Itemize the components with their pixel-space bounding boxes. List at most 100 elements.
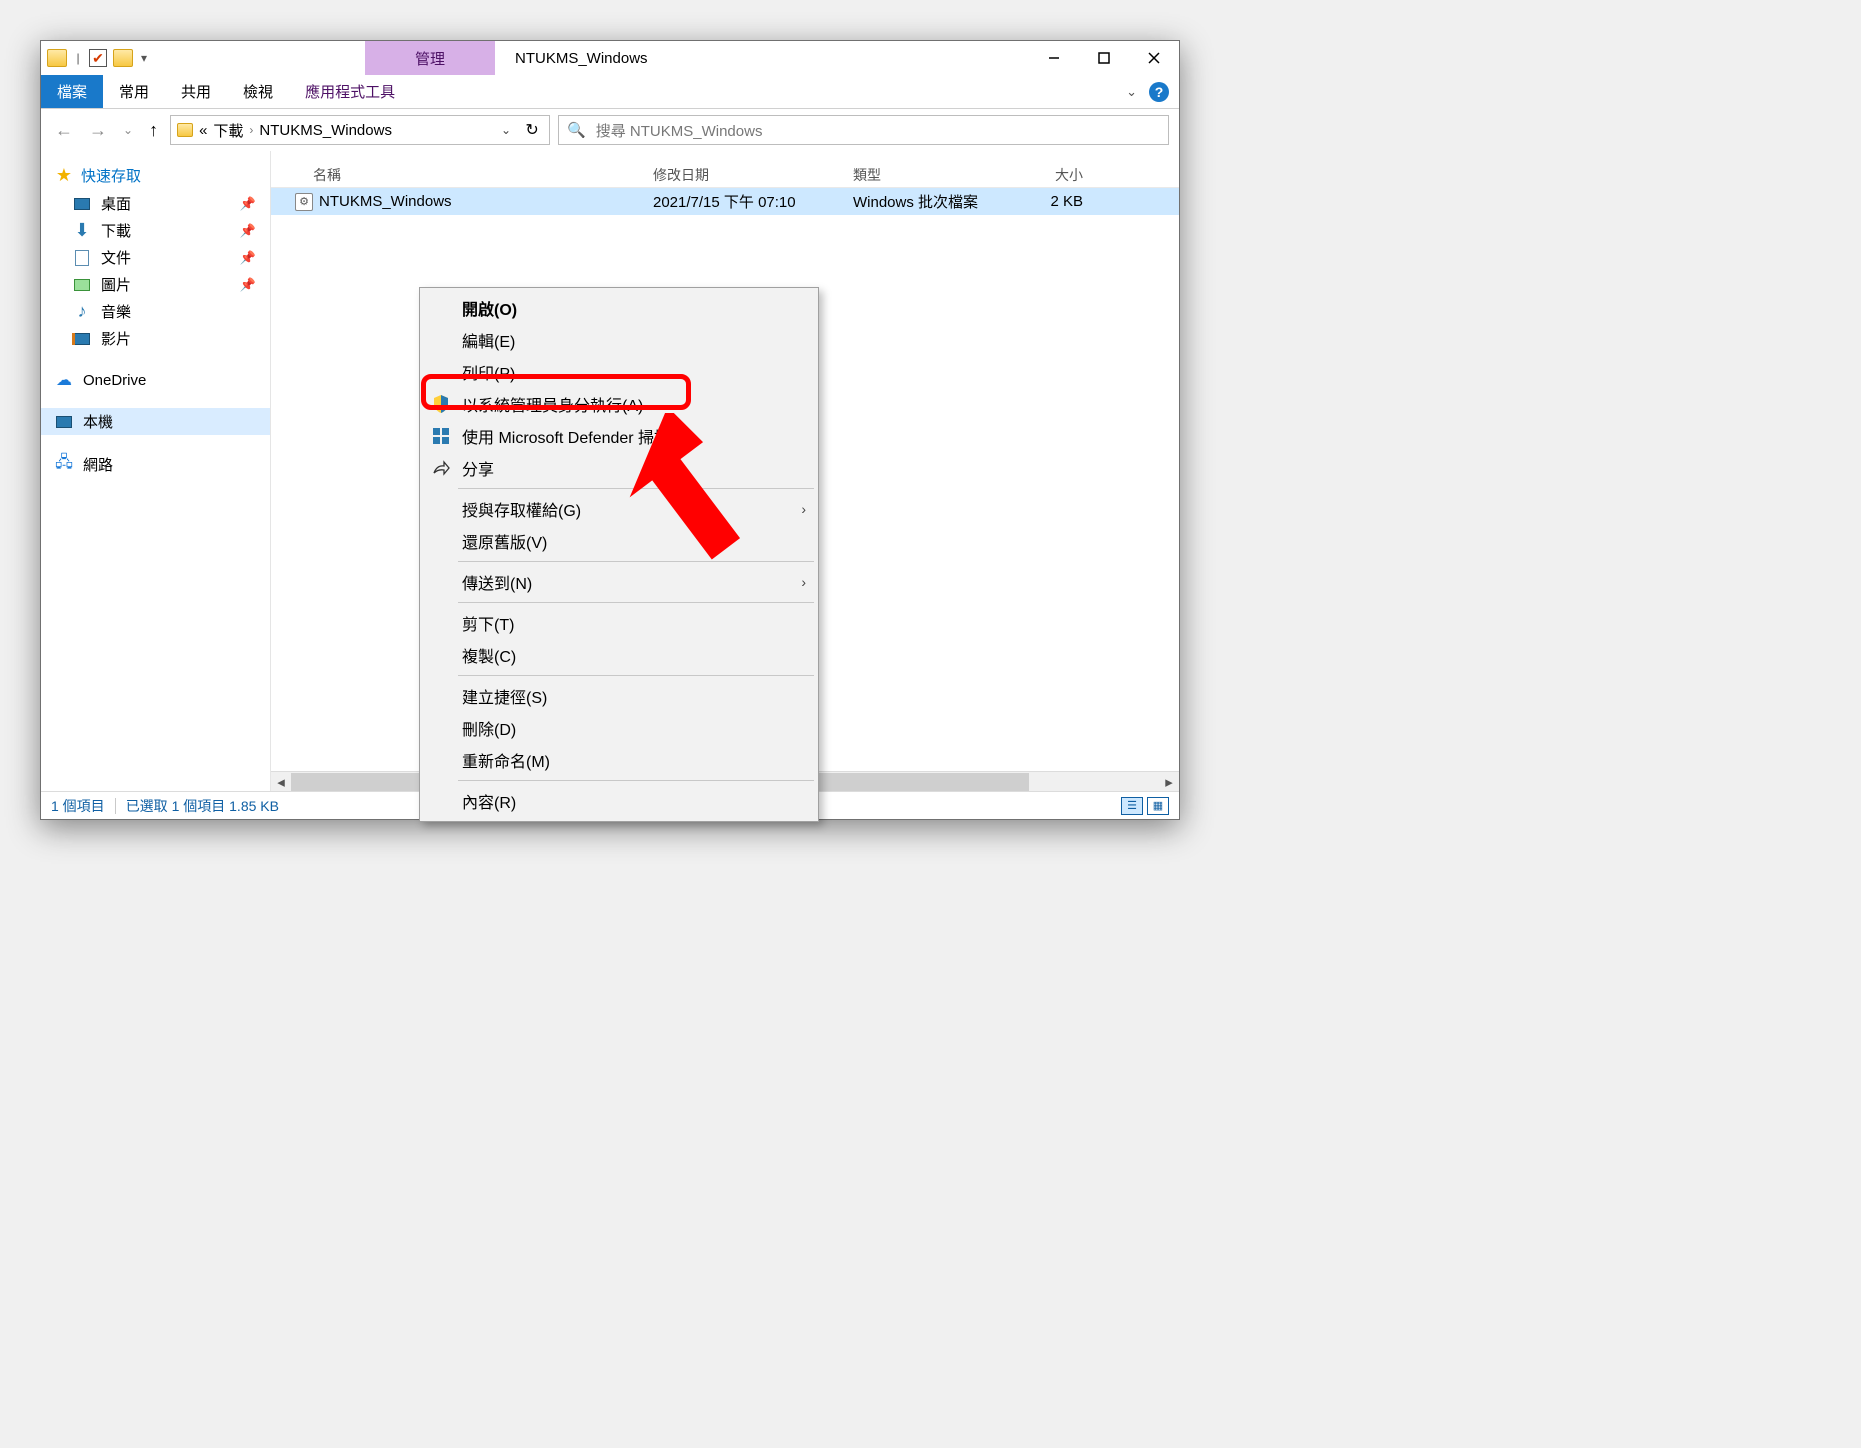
- ribbon-tabs: 檔案 常用 共用 檢視 應用程式工具 ⌄ ?: [41, 75, 1179, 109]
- navigation-pane: ★ 快速存取 桌面 📌 ⬇ 下載 📌 文件 📌 圖片 📌: [41, 151, 271, 791]
- submenu-arrow-icon: ›: [801, 574, 806, 590]
- sidebar-item-onedrive[interactable]: ☁ OneDrive: [41, 368, 270, 392]
- sidebar-item-label: 下載: [101, 220, 131, 241]
- search-placeholder: 搜尋 NTUKMS_Windows: [596, 120, 763, 141]
- maximize-button[interactable]: [1079, 41, 1129, 75]
- sidebar-item-label: 本機: [83, 411, 113, 432]
- column-date[interactable]: 修改日期: [653, 165, 853, 185]
- status-selected: 已選取 1 個項目 1.85 KB: [126, 796, 279, 816]
- ctx-restore-previous[interactable]: 還原舊版(V): [422, 525, 816, 557]
- tab-app-tools[interactable]: 應用程式工具: [289, 75, 411, 108]
- properties-icon[interactable]: ✔: [89, 49, 107, 67]
- minimize-button[interactable]: [1029, 41, 1079, 75]
- navigation-bar: ← → ⌄ ↑ « 下載 › NTUKMS_Windows ⌄ ↻ 🔍 搜尋 N…: [41, 109, 1179, 151]
- pin-icon: 📌: [240, 277, 256, 293]
- up-button[interactable]: ↑: [145, 120, 162, 141]
- file-size: 2 KB: [1023, 193, 1103, 210]
- tab-share[interactable]: 共用: [165, 75, 227, 108]
- sidebar-item-documents[interactable]: 文件 📌: [41, 244, 270, 271]
- submenu-arrow-icon: ›: [801, 501, 806, 517]
- network-icon: 🖧: [55, 456, 73, 474]
- ctx-open[interactable]: 開啟(O): [422, 292, 816, 324]
- breadcrumb-current[interactable]: NTUKMS_Windows: [259, 122, 392, 139]
- history-dropdown-icon[interactable]: ⌄: [119, 123, 137, 137]
- ctx-properties[interactable]: 內容(R): [422, 785, 816, 817]
- file-name: NTUKMS_Windows: [313, 193, 653, 210]
- window-title: NTUKMS_Windows: [495, 41, 1029, 75]
- refresh-button[interactable]: ↻: [521, 120, 543, 140]
- pin-icon: 📌: [240, 250, 256, 266]
- column-type[interactable]: 類型: [853, 165, 1023, 185]
- ribbon-collapse-icon[interactable]: ⌄: [1126, 84, 1137, 100]
- sidebar-item-downloads[interactable]: ⬇ 下載 📌: [41, 217, 270, 244]
- sidebar-item-videos[interactable]: 影片: [41, 325, 270, 352]
- explorer-window: | ✔ ▾ 管理 NTUKMS_Windows 檔案 常用 共用 檢視 應用程式…: [40, 40, 1180, 820]
- ctx-give-access[interactable]: 授與存取權給(G) ›: [422, 493, 816, 525]
- file-type: Windows 批次檔案: [853, 191, 1023, 212]
- new-folder-icon[interactable]: [113, 49, 133, 67]
- ctx-cut[interactable]: 剪下(T): [422, 607, 816, 639]
- column-size[interactable]: 大小: [1023, 165, 1103, 185]
- close-button[interactable]: [1129, 41, 1179, 75]
- sidebar-item-label: 影片: [101, 328, 131, 349]
- qat-dropdown-icon[interactable]: ▾: [139, 51, 149, 65]
- picture-icon: [74, 279, 90, 291]
- sidebar-item-pictures[interactable]: 圖片 📌: [41, 271, 270, 298]
- titlebar: | ✔ ▾ 管理 NTUKMS_Windows: [41, 41, 1179, 75]
- sort-indicator-icon: ⌃: [271, 151, 1179, 159]
- address-bar[interactable]: « 下載 › NTUKMS_Windows ⌄ ↻: [170, 115, 550, 145]
- ctx-rename[interactable]: 重新命名(M): [422, 744, 816, 776]
- sidebar-item-desktop[interactable]: 桌面 📌: [41, 190, 270, 217]
- star-icon: ★: [55, 167, 73, 185]
- address-dropdown-icon[interactable]: ⌄: [497, 123, 515, 137]
- video-icon: [74, 333, 90, 345]
- window-controls: [1029, 41, 1179, 75]
- sidebar-item-thispc[interactable]: 本機: [41, 408, 270, 435]
- monitor-icon: [56, 416, 72, 428]
- sidebar-item-music[interactable]: ♪ 音樂: [41, 298, 270, 325]
- ctx-delete[interactable]: 刪除(D): [422, 712, 816, 744]
- tab-view[interactable]: 檢視: [227, 75, 289, 108]
- sidebar-item-label: 文件: [101, 247, 131, 268]
- batch-file-icon: ⚙: [295, 193, 313, 211]
- document-icon: [75, 250, 89, 266]
- large-icons-view-icon[interactable]: ▦: [1147, 797, 1169, 815]
- breadcrumb-sep: ›: [249, 123, 253, 137]
- breadcrumb-root[interactable]: «: [199, 122, 207, 139]
- ctx-defender-scan[interactable]: 使用 Microsoft Defender 掃描...: [422, 420, 816, 452]
- sidebar-quick-access[interactable]: ★ 快速存取: [41, 161, 270, 190]
- folder-icon: [47, 49, 67, 67]
- pin-icon: 📌: [240, 223, 256, 239]
- column-headers: 名稱 修改日期 類型 大小: [271, 159, 1179, 188]
- sidebar-item-label: 網路: [83, 454, 113, 475]
- sidebar-item-label: OneDrive: [83, 372, 146, 389]
- back-button[interactable]: ←: [51, 120, 77, 141]
- scroll-right-icon[interactable]: ▸: [1159, 773, 1179, 791]
- music-icon: ♪: [73, 303, 91, 321]
- ctx-share[interactable]: 分享: [422, 452, 816, 484]
- sidebar-item-network[interactable]: 🖧 網路: [41, 451, 270, 478]
- tab-file[interactable]: 檔案: [41, 75, 103, 108]
- quick-access-toolbar: | ✔ ▾: [41, 41, 155, 75]
- ctx-copy[interactable]: 複製(C): [422, 639, 816, 671]
- ctx-create-shortcut[interactable]: 建立捷徑(S): [422, 680, 816, 712]
- column-name[interactable]: 名稱: [313, 165, 653, 185]
- desktop-icon: [74, 198, 90, 210]
- scroll-left-icon[interactable]: ◂: [271, 773, 291, 791]
- qat-separator: |: [73, 51, 83, 65]
- download-icon: ⬇: [73, 222, 91, 240]
- ctx-run-as-admin[interactable]: 以系統管理員身分執行(A): [422, 388, 816, 420]
- file-row[interactable]: ⚙ NTUKMS_Windows 2021/7/15 下午 07:10 Wind…: [271, 188, 1179, 215]
- ribbon-context-title: 管理: [365, 41, 495, 75]
- breadcrumb-downloads[interactable]: 下載: [213, 120, 243, 141]
- shield-icon: [430, 395, 452, 413]
- ctx-print[interactable]: 列印(P): [422, 356, 816, 388]
- tab-home[interactable]: 常用: [103, 75, 165, 108]
- forward-button[interactable]: →: [85, 120, 111, 141]
- pin-icon: 📌: [240, 196, 256, 212]
- ctx-edit[interactable]: 編輯(E): [422, 324, 816, 356]
- help-icon[interactable]: ?: [1149, 82, 1169, 102]
- search-box[interactable]: 🔍 搜尋 NTUKMS_Windows: [558, 115, 1169, 145]
- ctx-send-to[interactable]: 傳送到(N) ›: [422, 566, 816, 598]
- details-view-icon[interactable]: ☰: [1121, 797, 1143, 815]
